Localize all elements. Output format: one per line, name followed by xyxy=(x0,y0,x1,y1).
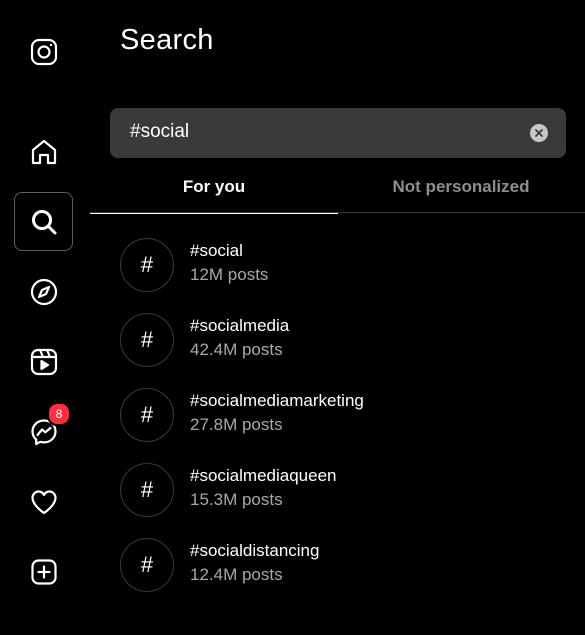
tab-not-personalized[interactable]: Not personalized xyxy=(337,165,585,213)
search-button[interactable] xyxy=(14,192,73,251)
notifications-button[interactable] xyxy=(14,472,73,531)
nav-rail: 8 xyxy=(0,0,90,635)
post-count: 27.8M posts xyxy=(190,415,283,434)
heart-icon xyxy=(30,489,57,514)
hashtag-name: #socialdistancing xyxy=(190,541,320,560)
post-count: 42.4M posts xyxy=(190,340,283,359)
list-item[interactable]: # #socialmedia 42.4M posts xyxy=(110,309,570,377)
home-button[interactable] xyxy=(14,122,73,181)
hashtag-name: #socialmediamarketing xyxy=(190,391,364,410)
hashtag-name: #social xyxy=(190,241,243,260)
reels-icon xyxy=(30,348,57,375)
tab-for-you[interactable]: For you xyxy=(90,165,338,214)
messages-button[interactable]: 8 xyxy=(14,402,73,461)
hashtag-icon: # xyxy=(120,313,174,367)
instagram-icon xyxy=(30,38,57,65)
instagram-logo-button[interactable] xyxy=(14,22,73,81)
compass-icon xyxy=(30,278,57,305)
search-input[interactable] xyxy=(130,121,520,143)
hashtag-icon: # xyxy=(120,238,174,292)
hashtag-name: #socialmediaqueen xyxy=(190,466,337,485)
notification-badge: 8 xyxy=(47,402,71,426)
hashtag-icon: # xyxy=(120,538,174,592)
list-item[interactable]: # #socialdistancing 12.4M posts xyxy=(110,534,570,602)
hashtag-icon: # xyxy=(120,463,174,517)
post-count: 15.3M posts xyxy=(190,490,283,509)
plus-square-icon xyxy=(30,558,57,585)
post-count: 12.4M posts xyxy=(190,565,283,584)
search-field[interactable] xyxy=(110,108,566,158)
reels-button[interactable] xyxy=(14,332,73,391)
post-count: 12M posts xyxy=(190,265,269,284)
list-item[interactable]: # #social 12M posts xyxy=(110,234,570,302)
close-icon xyxy=(535,129,543,137)
create-button[interactable] xyxy=(14,542,73,601)
list-item[interactable]: # #socialmediamarketing 27.8M posts xyxy=(110,384,570,452)
explore-button[interactable] xyxy=(14,262,73,321)
search-icon xyxy=(31,209,56,234)
home-icon xyxy=(31,139,56,164)
clear-search-button[interactable] xyxy=(530,124,548,142)
page-title: Search xyxy=(120,24,214,56)
hashtag-icon: # xyxy=(120,388,174,442)
hashtag-name: #socialmedia xyxy=(190,316,290,335)
search-tabs: For you Not personalized xyxy=(90,165,585,214)
list-item[interactable]: # #socialmediaqueen 15.3M posts xyxy=(110,459,570,527)
